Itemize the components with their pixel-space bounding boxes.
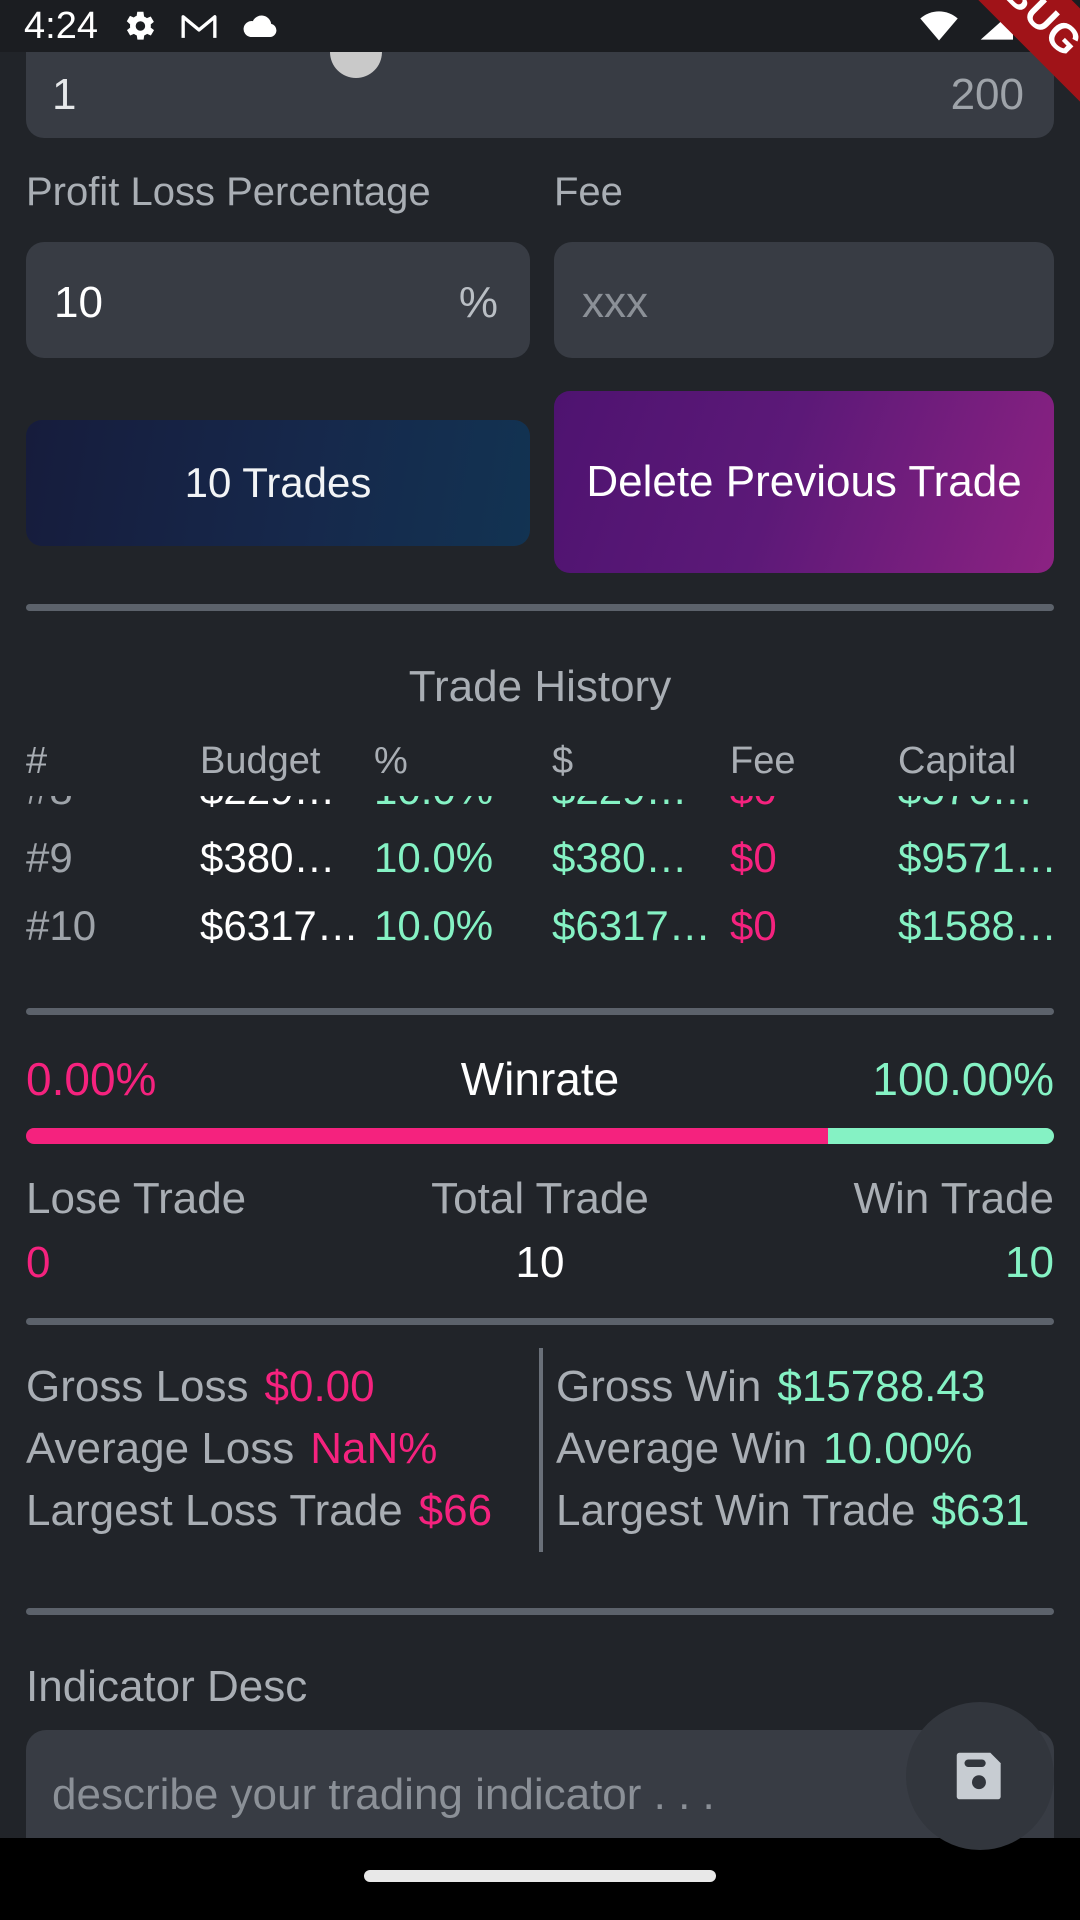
win-trade-value: 10 <box>1005 1238 1054 1287</box>
fee-input[interactable]: xxx <box>554 242 1054 358</box>
col-header-fee: Fee <box>730 740 796 782</box>
gross-win-value: $15788.43 <box>777 1362 986 1411</box>
average-loss-stat: Average Loss NaN% <box>26 1424 526 1474</box>
total-trade-value: 10 <box>515 1238 565 1287</box>
row-capital: $9571… <box>898 834 1057 881</box>
gmail-icon <box>181 15 217 38</box>
row-percent: 10.0% <box>374 834 494 881</box>
col-header-percent: % <box>374 740 408 782</box>
indicator-desc-label: Indicator Desc <box>26 1662 308 1711</box>
row-fee: $0 <box>730 796 777 814</box>
win-percent-value: 100.00% <box>872 1053 1054 1105</box>
row-percent: 10.0% <box>374 902 494 949</box>
largest-win-label: Largest Win Trade <box>556 1486 916 1535</box>
wifi-icon <box>920 11 958 41</box>
winrate-row: 0.00% Winrate 100.00% <box>0 1052 1080 1112</box>
fee-label: Fee <box>554 170 623 214</box>
system-navigation-bar <box>0 1838 1080 1920</box>
col-header-budget: Budget <box>200 740 321 782</box>
save-floppy-icon <box>956 1752 1001 1800</box>
fee-placeholder: xxx <box>582 278 648 327</box>
average-win-value: 10.00% <box>823 1424 973 1473</box>
status-bar-clock: 4:24 <box>24 4 98 47</box>
col-header-number: # <box>26 740 48 782</box>
trade-count-labels: Lose Trade Total Trade Win Trade <box>0 1174 1080 1230</box>
win-trade-label: Win Trade <box>853 1174 1054 1223</box>
stats-grid: Gross Loss $0.00 Gross Win $15788.43 Ave… <box>0 1362 1080 1562</box>
budget-input-value: 1 <box>52 70 77 119</box>
row-dollar: $6317… <box>552 902 711 949</box>
gross-win-stat: Gross Win $15788.43 <box>556 1362 1080 1412</box>
table-row[interactable]: #8 $229… 10.0% $229… $0 $576… <box>0 796 1080 830</box>
gross-loss-label: Gross Loss <box>26 1362 249 1411</box>
app-screen: 1 200 Profit Loss Percentage Fee 10 % xx… <box>0 0 1080 1920</box>
gross-win-label: Gross Win <box>556 1362 762 1411</box>
form-labels-row: Profit Loss Percentage Fee <box>0 170 1080 215</box>
gross-loss-stat: Gross Loss $0.00 <box>26 1362 526 1412</box>
trade-history-header: # Budget % $ Fee Capital <box>0 740 1080 792</box>
row-capital: $1588… <box>898 902 1057 949</box>
delete-previous-trade-button[interactable]: Delete Previous Trade <box>554 391 1054 573</box>
row-fee: $0 <box>730 834 777 881</box>
row-dollar: $229… <box>552 796 687 814</box>
row-budget: $229… <box>200 796 335 814</box>
winrate-lose-segment <box>26 1128 828 1144</box>
largest-loss-stat: Largest Loss Trade $66 <box>26 1486 526 1536</box>
trade-count-values: 0 10 10 <box>0 1238 1080 1294</box>
gesture-home-pill[interactable] <box>364 1870 716 1882</box>
row-budget: $6317… <box>200 902 359 949</box>
percent-unit-label: % <box>458 278 498 327</box>
largest-win-stat: Largest Win Trade $631 <box>556 1486 1080 1536</box>
section-divider <box>26 1608 1054 1615</box>
section-divider <box>26 604 1054 611</box>
col-header-capital: Capital <box>898 740 1017 782</box>
average-loss-value: NaN% <box>310 1424 438 1473</box>
row-number: #10 <box>26 902 97 949</box>
table-row[interactable]: #10 $6317… 10.0% $6317… $0 $1588… <box>0 902 1080 956</box>
average-win-stat: Average Win 10.00% <box>556 1424 1080 1474</box>
row-dollar: $380… <box>552 834 688 881</box>
section-divider <box>26 1318 1054 1325</box>
trade-history-title: Trade History <box>408 662 672 711</box>
col-header-dollar: $ <box>552 740 574 782</box>
scroll-content[interactable]: 1 200 Profit Loss Percentage Fee 10 % xx… <box>0 0 1080 1858</box>
row-budget: $380… <box>200 834 336 881</box>
stats-row-gross: Gross Loss $0.00 Gross Win $15788.43 <box>0 1362 1080 1432</box>
largest-win-value: $631 <box>931 1486 1030 1535</box>
winrate-win-segment <box>827 1128 1054 1144</box>
largest-loss-value: $66 <box>418 1486 493 1535</box>
section-divider <box>26 1008 1054 1015</box>
stats-row-average: Average Loss NaN% Average Win 10.00% <box>0 1424 1080 1494</box>
profit-loss-input[interactable]: 10 % <box>26 242 530 358</box>
row-number: #8 <box>26 796 73 814</box>
row-capital: $576… <box>898 796 1033 814</box>
save-fab-button[interactable] <box>906 1702 1054 1850</box>
cloud-icon <box>243 15 277 37</box>
budget-input-suffix: 200 <box>950 70 1024 119</box>
profit-loss-label: Profit Loss Percentage <box>26 170 431 214</box>
gross-loss-value: $0.00 <box>264 1362 375 1411</box>
status-bar: 4:24 <box>0 0 1080 52</box>
indicator-desc-placeholder: describe your trading indicator . . . <box>52 1770 715 1819</box>
table-row[interactable]: #9 $380… 10.0% $380… $0 $9571… <box>0 834 1080 898</box>
trades-button-label: 10 Trades <box>184 459 372 506</box>
average-win-label: Average Win <box>556 1424 808 1473</box>
gear-icon <box>126 11 155 40</box>
winrate-progress-bar <box>26 1128 1054 1144</box>
status-bar-left: 4:24 <box>24 0 280 52</box>
largest-loss-label: Largest Loss Trade <box>26 1486 403 1535</box>
row-number: #9 <box>26 834 73 881</box>
row-fee: $0 <box>730 902 777 949</box>
profit-loss-value: 10 <box>54 278 103 327</box>
trades-button[interactable]: 10 Trades <box>26 420 530 546</box>
row-percent: 10.0% <box>374 796 493 814</box>
trade-history-list[interactable]: #8 $229… 10.0% $229… $0 $576… #9 $380… 1… <box>0 796 1080 956</box>
stats-row-largest: Largest Loss Trade $66 Largest Win Trade… <box>0 1486 1080 1556</box>
average-loss-label: Average Loss <box>26 1424 295 1473</box>
delete-previous-trade-label: Delete Previous Trade <box>586 457 1022 507</box>
